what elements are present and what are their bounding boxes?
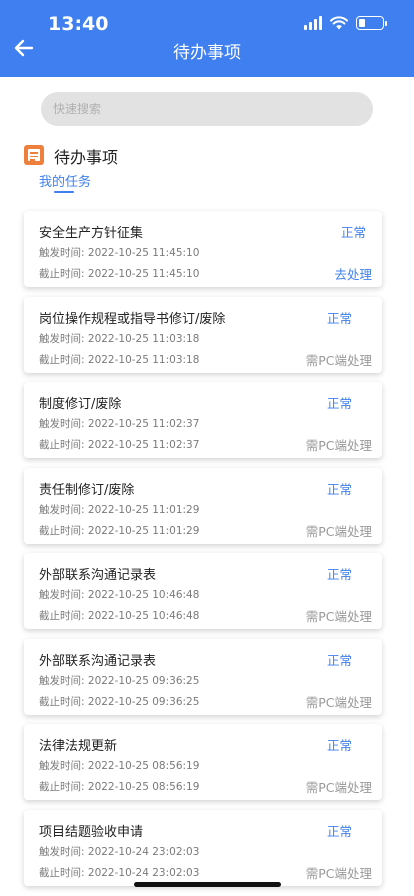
task-status: 正常 [326,567,352,582]
task-list: 安全生产方针征集 正常 触发时间: 2022-10-25 11:45:10 截止时间:… [24,211,382,895]
trigger-value: 2022-10-25 11:45:10 [87,247,200,259]
app-header: 13:40 待办事项 [0,0,414,77]
deadline-label: 截止时间: [39,439,88,451]
deadline-label: 截止时间: [39,268,88,280]
task-title: 法律法规更新 [39,739,118,754]
trigger-label: 触发时间: [39,503,88,516]
task-status: 正常 [326,396,352,411]
task-trigger-time: 触发时间: 2022-10-25 11:02:37 [39,416,199,431]
task-title: 项目结题验收申请 [39,824,144,840]
task-trigger-time: 触发时间: 2022-10-24 23:02:03 [39,844,199,859]
pc-only-note: 需PC端处理 [305,780,372,795]
deadline-value: 2022-10-25 11:02:37 [87,439,200,451]
battery-icon [356,16,387,30]
trigger-label: 触发时间: [39,760,88,772]
home-indicator [134,882,281,887]
trigger-label: 触发时间: [39,589,88,601]
task-status: 正常 [326,738,352,753]
deadline-label: 截止时间: [39,781,88,793]
task-status: 正常 [326,823,352,839]
tab-underline [54,191,74,193]
trigger-value: 2022-10-25 11:03:18 [87,332,200,345]
task-card[interactable]: 责任制修订/废除 正常 触发时间: 2022-10-25 11:01:29 截止时间:… [24,467,382,544]
trigger-value: 2022-10-24 23:02:03 [87,845,200,858]
task-title: 岗位操作规程或指导书修订/废除 [39,311,226,327]
deadline-label: 截止时间: [39,524,88,537]
task-deadline: 截止时间: 2022-10-25 11:45:10 [39,266,199,281]
tab-my-tasks[interactable]: 我的任务 [39,171,91,190]
task-trigger-time: 触发时间: 2022-10-25 08:56:19 [39,758,199,773]
task-title: 外部联系沟通记录表 [39,568,157,583]
task-deadline: 截止时间: 2022-10-24 23:02:03 [39,865,199,880]
task-deadline: 截止时间: 2022-10-25 11:01:29 [39,523,199,538]
search-placeholder: 快速搜索 [53,102,102,116]
deadline-value: 2022-10-25 09:36:25 [87,695,200,708]
trigger-label: 触发时间: [39,332,88,345]
deadline-value: 2022-10-25 11:45:10 [87,268,200,280]
deadline-label: 截止时间: [39,353,88,366]
trigger-label: 触发时间: [39,845,88,858]
signal-icon [304,16,322,30]
task-card[interactable]: 外部联系沟通记录表 正常 触发时间: 2022-10-25 09:36:25 截止时间… [24,638,382,715]
deadline-label: 截止时间: [39,610,88,622]
task-card[interactable]: 岗位操作规程或指导书修订/废除 正常触发时间: 2022-10-25 11:03:… [24,296,382,373]
task-status: 正常 [326,310,352,326]
task-status: 正常 [326,652,352,668]
trigger-value: 2022-10-25 11:01:29 [87,503,200,516]
trigger-label: 触发时间: [39,247,88,259]
task-card[interactable]: 制度修订/废除 正常 触发时间: 2022-10-25 11:02:37 截止时间: … [24,382,382,458]
deadline-value: 2022-10-25 11:01:29 [87,524,200,537]
pc-only-note: 需PC端处理 [305,865,372,881]
deadline-label: 截止时间: [39,866,88,879]
trigger-value: 2022-10-25 09:36:25 [87,674,200,687]
pc-only-note: 需PC端处理 [305,523,372,539]
pc-only-note: 需PC端处理 [305,352,372,368]
task-status: 正常 [326,481,352,497]
status-icons [304,16,387,30]
deadline-value: 2022-10-25 10:46:48 [87,610,200,622]
task-trigger-time: 触发时间: 2022-10-25 11:45:10 [39,245,199,260]
status-time: 13:40 [48,13,109,35]
section-title: 待办事项 [54,148,119,167]
task-status: 正常 [340,225,366,240]
process-button[interactable]: 去处理 [334,264,372,283]
task-trigger-time: 触发时间: 2022-10-25 10:46:48 [39,587,199,602]
task-deadline: 截止时间: 2022-10-25 11:03:18 [39,352,199,367]
deadline-value: 2022-10-25 11:03:18 [87,353,200,366]
trigger-label: 触发时间: [39,418,88,430]
task-title: 外部联系沟通记录表 [39,653,157,669]
deadline-value: 2022-10-24 23:02:03 [87,866,200,879]
task-title: 安全生产方针征集 [39,226,144,241]
page-title: 待办事项 [173,43,241,63]
pc-only-note: 需PC端处理 [305,609,372,624]
deadline-value: 2022-10-25 08:56:19 [87,781,200,793]
task-deadline: 截止时间: 2022-10-25 11:02:37 [39,437,199,452]
task-title: 责任制修订/废除 [39,482,135,498]
task-deadline: 截止时间: 2022-10-25 08:56:19 [39,779,199,794]
wifi-icon [330,16,348,30]
task-trigger-time: 触发时间: 2022-10-25 09:36:25 [39,673,199,688]
deadline-label: 截止时间: [39,695,88,708]
task-trigger-time: 触发时间: 2022-10-25 11:01:29 [39,502,199,517]
trigger-value: 2022-10-25 08:56:19 [87,760,200,772]
pc-only-note: 需PC端处理 [305,694,372,710]
pc-only-note: 需PC端处理 [305,438,372,453]
task-title: 制度修订/废除 [39,397,122,412]
task-card[interactable]: 外部联系沟通记录表 正常 触发时间: 2022-10-25 10:46:48 截止时间… [24,553,382,629]
task-deadline: 截止时间: 2022-10-25 10:46:48 [39,608,199,623]
task-card[interactable]: 安全生产方针征集 正常 触发时间: 2022-10-25 11:45:10 截止时间:… [24,211,382,287]
trigger-value: 2022-10-25 11:02:37 [87,418,200,430]
task-trigger-time: 触发时间: 2022-10-25 11:03:18 [39,331,199,346]
task-deadline: 截止时间: 2022-10-25 09:36:25 [39,694,199,709]
task-card[interactable]: 项目结题验收申请 正常 触发时间: 2022-10-24 23:02:03 截止时间:… [24,809,382,886]
trigger-label: 触发时间: [39,674,88,687]
task-card[interactable]: 法律法规更新 正常 触发时间: 2022-10-25 08:56:19 截止时间: 2… [24,724,382,800]
search-input[interactable]: 快速搜索 [41,92,373,126]
trigger-value: 2022-10-25 10:46:48 [87,589,200,601]
document-icon [24,145,44,165]
